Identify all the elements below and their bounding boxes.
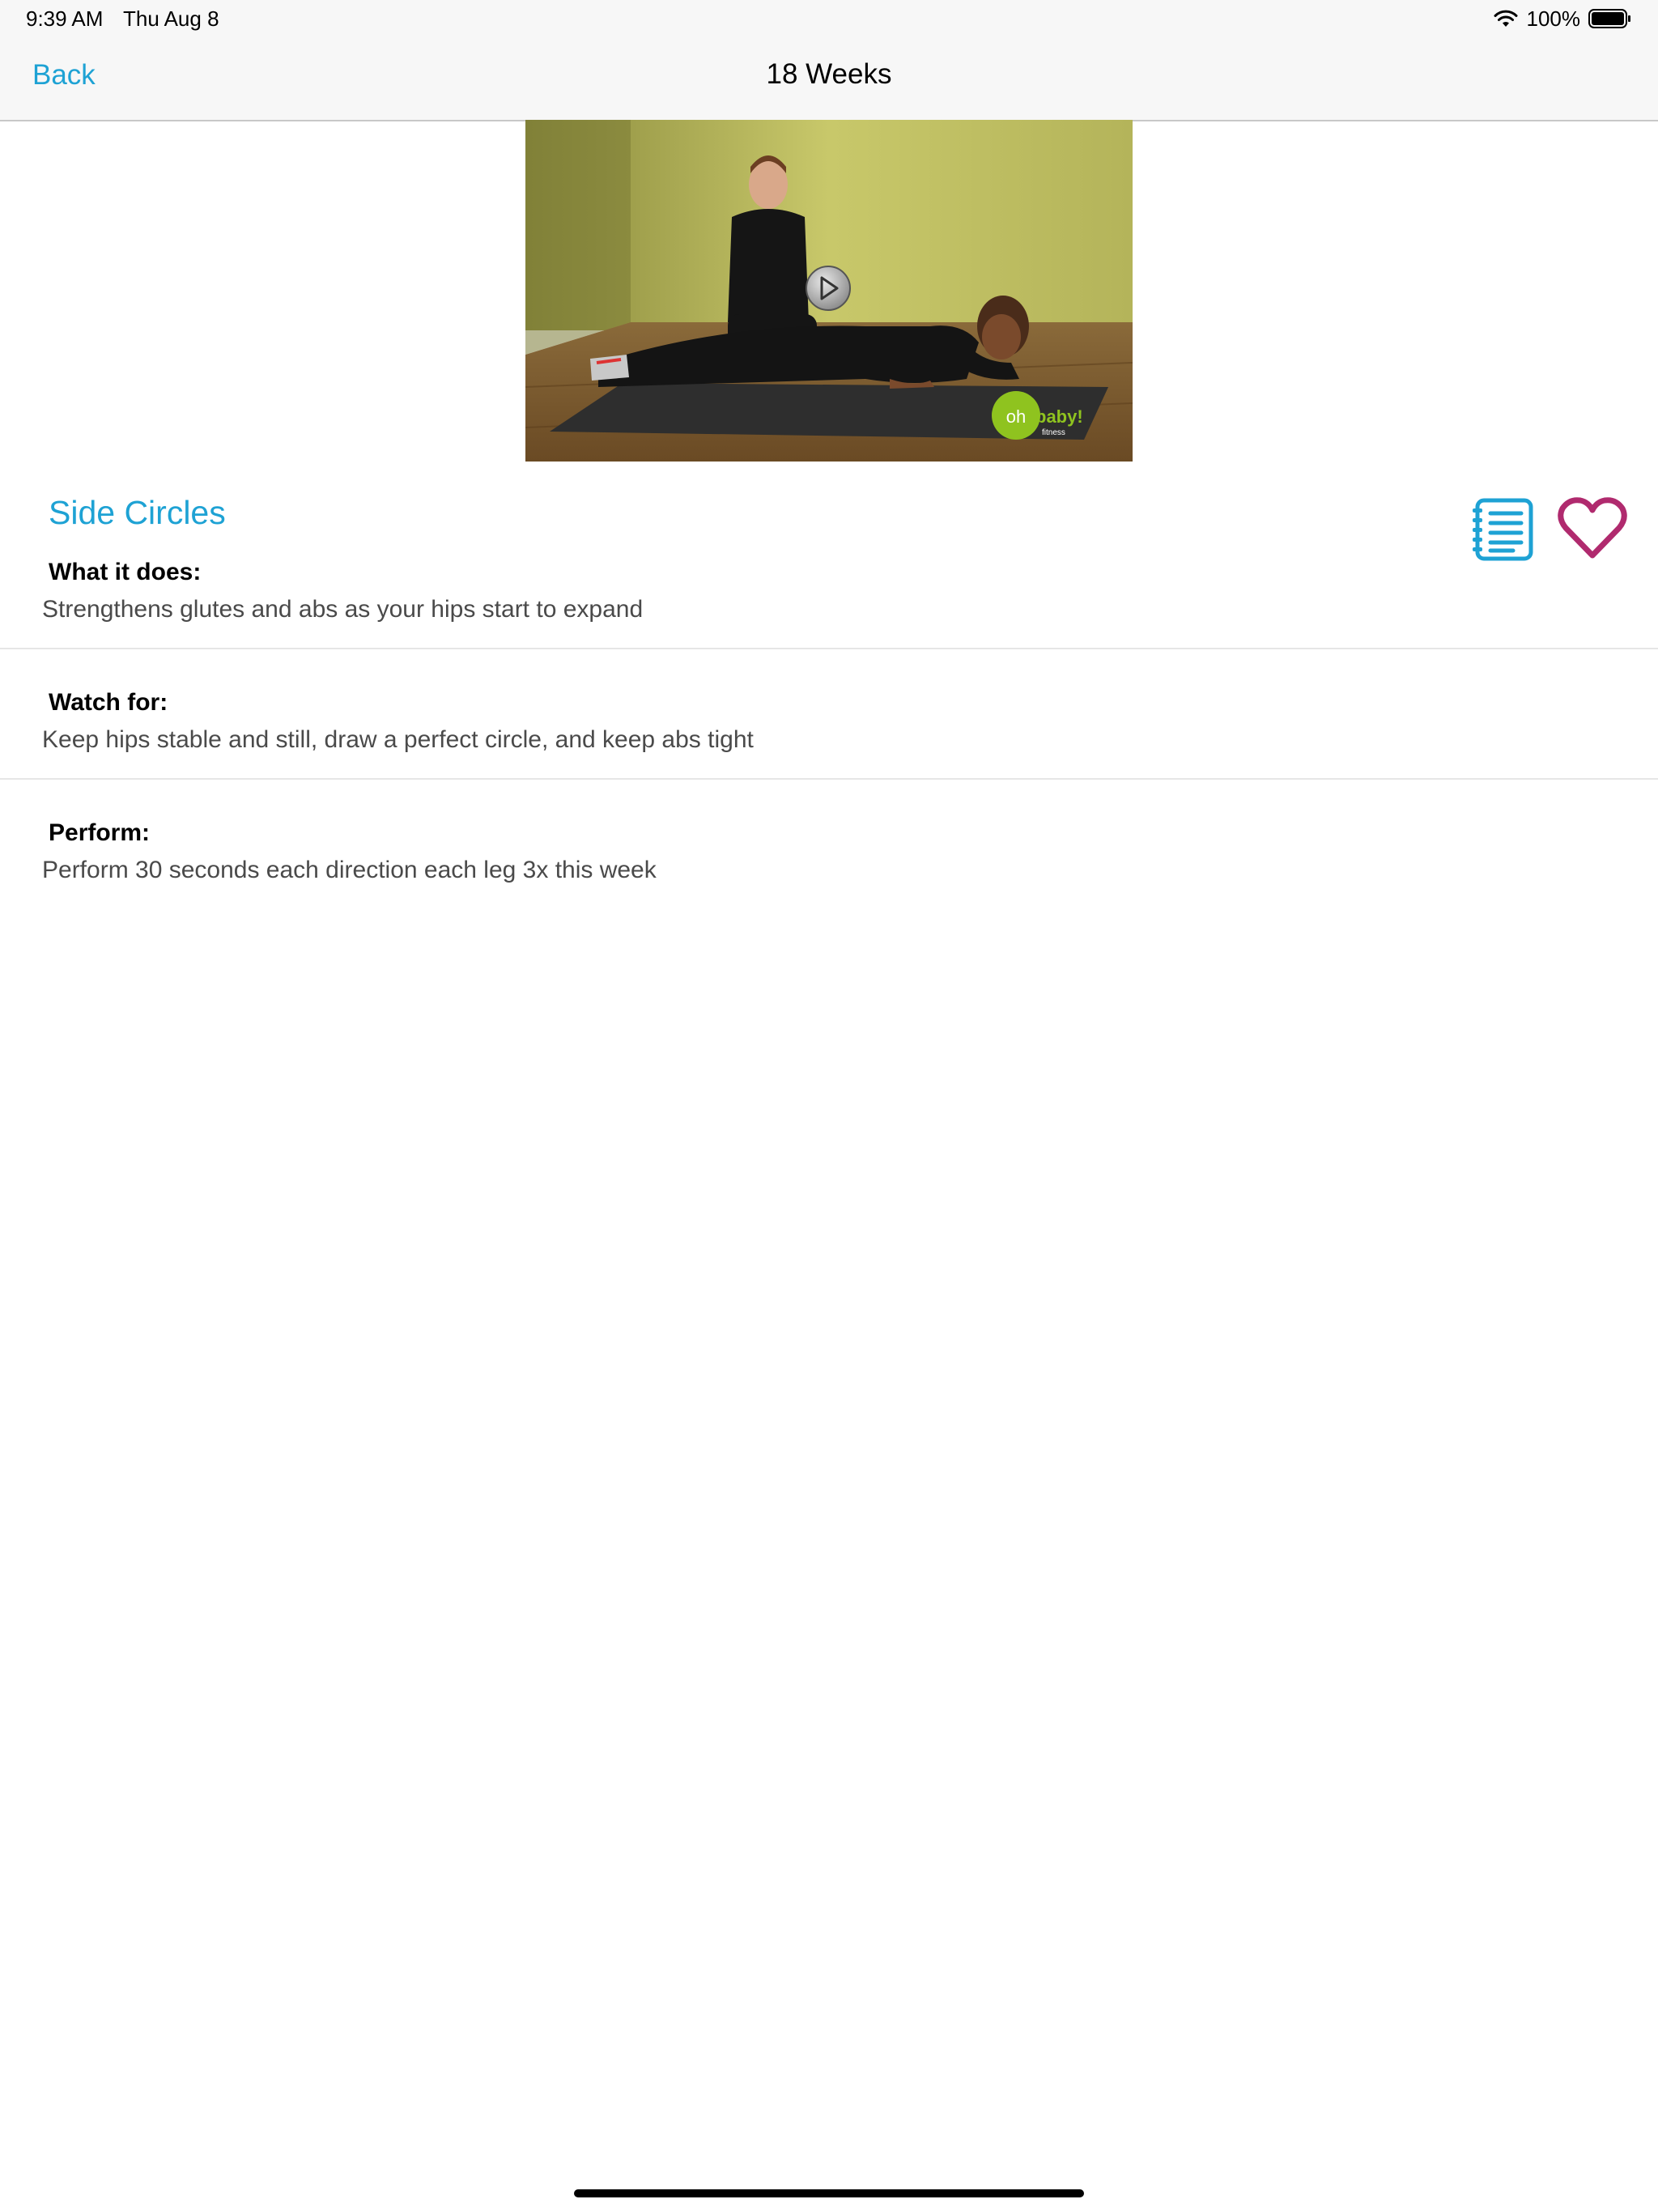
what-it-does-text: Strengthens glutes and abs as your hips …	[42, 596, 644, 623]
logo-text-baby: baby!	[1035, 406, 1083, 427]
heart-icon[interactable]	[1558, 496, 1627, 560]
video-thumbnail: oh baby! fitness	[525, 120, 1133, 462]
perform-heading: Perform:	[49, 819, 151, 846]
notes-icon[interactable]	[1469, 497, 1536, 564]
status-time: 9:39 AM	[26, 6, 104, 31]
logo-text-oh: oh	[1006, 406, 1026, 427]
watch-for-heading: Watch for:	[49, 689, 168, 716]
status-date: Thu Aug 8	[123, 6, 219, 31]
play-icon[interactable]	[806, 266, 851, 311]
exercise-title: Side Circles	[49, 494, 226, 531]
status-indicators: 100%	[1493, 5, 1633, 32]
perform-text: Perform 30 seconds each direction each l…	[42, 857, 657, 883]
battery-icon	[1588, 9, 1630, 28]
logo-text-fitness: fitness	[1042, 428, 1065, 437]
page-title: 18 Weeks	[766, 58, 892, 90]
wifi-icon	[1494, 10, 1517, 27]
what-it-does-heading: What it does:	[49, 559, 202, 585]
battery-percent: 100%	[1526, 6, 1581, 31]
divider	[0, 778, 1658, 780]
divider	[0, 648, 1658, 649]
screen: 9:39 AM Thu Aug 8 100% Back 18 Weeks oh …	[0, 0, 1658, 2212]
status-bar: 9:39 AM Thu Aug 8 100%	[0, 0, 1658, 39]
navigation-bar: Back 18 Weeks	[0, 39, 1658, 121]
home-indicator[interactable]	[574, 2189, 1084, 2197]
video-player[interactable]: oh baby! fitness	[525, 120, 1133, 462]
watch-for-text: Keep hips stable and still, draw a perfe…	[42, 726, 754, 753]
